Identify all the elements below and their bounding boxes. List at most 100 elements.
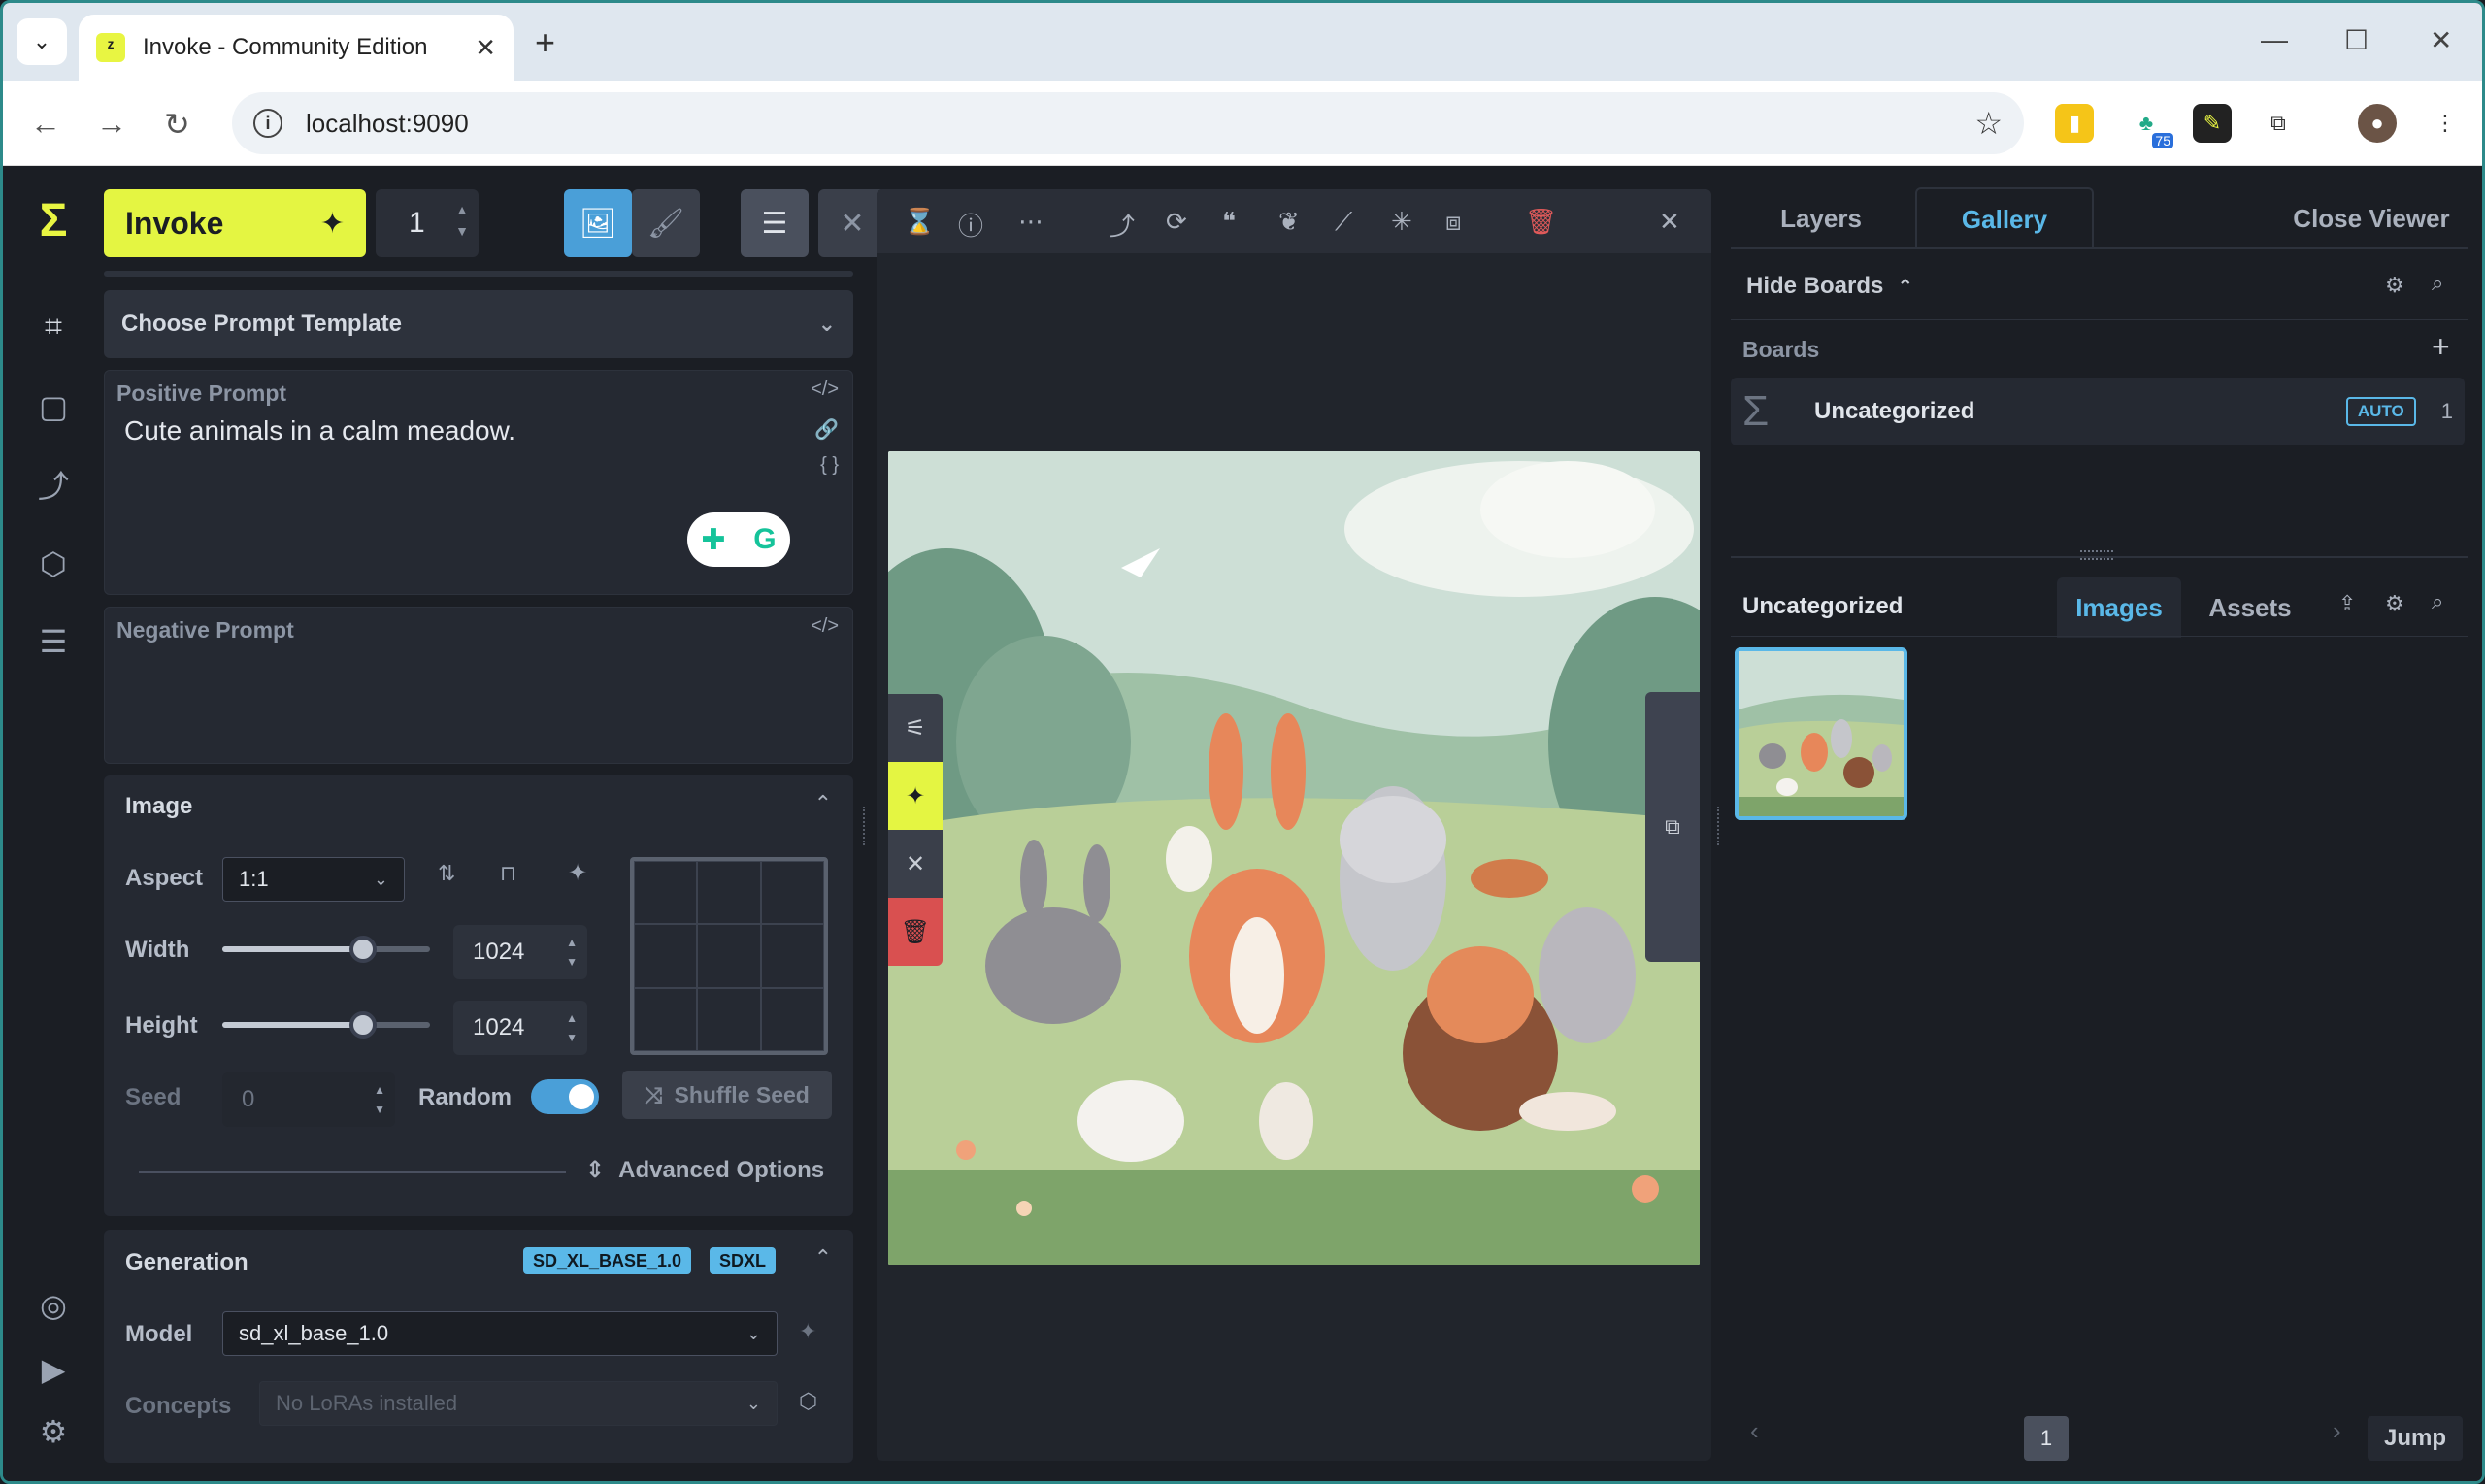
close-viewer-button[interactable]: Close Viewer bbox=[2274, 187, 2468, 249]
close-viewer-icon[interactable]: ✕ bbox=[1659, 207, 1680, 237]
tab-images[interactable]: Images bbox=[2057, 577, 2181, 638]
code-icon[interactable]: </> bbox=[811, 379, 839, 401]
next-page-icon[interactable]: › bbox=[2333, 1416, 2341, 1446]
advanced-options-toggle[interactable]: ⇕ Advanced Options bbox=[585, 1156, 824, 1184]
delete-trash-icon[interactable]: 🗑 bbox=[1525, 207, 1557, 237]
extension-pen-icon[interactable]: ✎ bbox=[2193, 104, 2232, 143]
width-slider-knob[interactable] bbox=[349, 936, 377, 963]
tab-search-icon[interactable]: ⌄ bbox=[17, 18, 67, 65]
cancel-x-icon[interactable]: ✕ bbox=[888, 830, 943, 898]
ruler-size-icon[interactable]: ⟋ bbox=[1335, 207, 1352, 238]
stepper-arrows-icon[interactable]: ▲ ▼ bbox=[374, 1080, 385, 1119]
stepper-arrows-icon[interactable]: ▲ ▼ bbox=[566, 933, 578, 972]
adjustments-icon[interactable]: ⚟ bbox=[888, 694, 943, 762]
optimal-size-icon[interactable]: ✦ bbox=[568, 859, 587, 887]
width-slider[interactable] bbox=[222, 936, 430, 963]
extensions-puzzle-icon[interactable]: ⧉ bbox=[2259, 104, 2298, 143]
stepper-arrows-icon[interactable]: ▲ ▼ bbox=[566, 1008, 578, 1047]
aspect-select[interactable]: 1:1 ⌄ bbox=[222, 857, 405, 902]
new-tab-icon[interactable]: + bbox=[535, 22, 555, 63]
upscale-icon[interactable]: ⧈ bbox=[1445, 207, 1462, 238]
reload-icon[interactable]: ↻ bbox=[164, 106, 190, 143]
prompt-template-select[interactable]: Choose Prompt Template ⌄ bbox=[104, 290, 853, 358]
queue-menu-button[interactable]: ☰ bbox=[741, 189, 809, 257]
address-bar[interactable]: i localhost:9090 ☆ bbox=[232, 92, 2024, 154]
page-button[interactable]: 1 bbox=[2024, 1416, 2069, 1461]
gallery-thumbnail[interactable] bbox=[1735, 647, 1907, 820]
delete-trash-icon[interactable]: 🗑 bbox=[888, 898, 943, 966]
positive-prompt-box[interactable]: Positive Prompt Cute animals in a calm m… bbox=[104, 370, 853, 595]
prev-page-icon[interactable]: ‹ bbox=[1750, 1416, 1759, 1446]
model-sparkle-icon[interactable]: ✦ bbox=[799, 1319, 816, 1344]
height-slider[interactable] bbox=[222, 1011, 430, 1039]
queue-list-icon[interactable]: ☰ bbox=[32, 620, 75, 663]
maximize-icon[interactable]: ☐ bbox=[2344, 24, 2369, 56]
tab-layers[interactable]: Layers bbox=[1731, 187, 1911, 249]
seed-input[interactable]: 0 ▲ ▼ bbox=[222, 1072, 395, 1127]
braces-icon[interactable]: { } bbox=[820, 454, 839, 477]
code-icon[interactable]: </> bbox=[811, 615, 839, 638]
gallery-settings-gear-icon[interactable]: ⚙ bbox=[2385, 591, 2404, 616]
model-select[interactable]: sd_xl_base_1.0 ⌄ bbox=[222, 1311, 778, 1356]
brush-mode-button[interactable]: 🖌 bbox=[632, 189, 700, 257]
concepts-select[interactable]: No LoRAs installed ⌄ bbox=[259, 1381, 778, 1426]
height-input[interactable]: 1024 ▲ ▼ bbox=[453, 1001, 587, 1055]
compare-image-icon[interactable]: ⧉ bbox=[1645, 692, 1700, 962]
remix-icon[interactable]: ⟳ bbox=[1166, 207, 1187, 237]
positive-prompt-text[interactable]: Cute animals in a calm meadow. bbox=[124, 415, 515, 446]
image-mode-button[interactable]: 🖼 bbox=[564, 189, 632, 257]
boards-search-icon[interactable]: ⌕ bbox=[2432, 271, 2443, 296]
tab-assets[interactable]: Assets bbox=[2187, 577, 2313, 638]
chevron-up-icon[interactable]: ⌃ bbox=[814, 1245, 832, 1270]
seed-sprout-icon[interactable]: ❦ bbox=[1278, 207, 1300, 237]
swap-dimensions-icon[interactable]: ⇅ bbox=[438, 861, 455, 886]
youtube-icon[interactable]: ▶ bbox=[32, 1348, 75, 1391]
left-resize-handle[interactable] bbox=[863, 807, 869, 845]
negative-prompt-box[interactable]: Negative Prompt </> bbox=[104, 607, 853, 764]
invoke-sparkle-icon[interactable]: ✦ bbox=[888, 762, 943, 830]
tab-close-icon[interactable]: ✕ bbox=[475, 33, 496, 63]
width-input[interactable]: 1024 ▲ ▼ bbox=[453, 925, 587, 979]
hourglass-icon[interactable]: ⌛ bbox=[904, 207, 935, 237]
canvas-icon[interactable]: ▢ bbox=[32, 385, 75, 428]
quote-prompt-icon[interactable]: ❝ bbox=[1222, 207, 1236, 237]
asterisk-all-icon[interactable]: ✳ bbox=[1391, 207, 1412, 237]
extension-badge-icon[interactable]: ♣ 75 bbox=[2127, 104, 2173, 148]
models-cube-icon[interactable]: ⬡ bbox=[799, 1389, 817, 1414]
window-close-icon[interactable]: ✕ bbox=[2430, 24, 2452, 56]
add-board-icon[interactable]: + bbox=[2432, 329, 2450, 365]
iterations-stepper[interactable]: 1 ▲ ▼ bbox=[376, 189, 479, 257]
settings-gear-icon[interactable]: ⚙ bbox=[32, 1410, 75, 1453]
models-cube-icon[interactable]: ⬡ bbox=[32, 543, 75, 585]
gallery-search-icon[interactable]: ⌕ bbox=[2432, 589, 2443, 614]
chevron-up-icon[interactable]: ⌃ bbox=[814, 791, 832, 816]
browser-tab[interactable]: ᶻ Invoke - Community Edition ✕ bbox=[79, 15, 514, 81]
extension-notes-icon[interactable]: ▮ bbox=[2055, 104, 2094, 143]
profile-avatar[interactable]: ● bbox=[2358, 104, 2397, 143]
random-seed-toggle[interactable] bbox=[531, 1079, 599, 1114]
splitter-grip-icon[interactable] bbox=[2080, 550, 2113, 560]
boards-settings-gear-icon[interactable]: ⚙ bbox=[2385, 273, 2404, 298]
bookmark-star-icon[interactable]: ☆ bbox=[1974, 105, 2003, 142]
minimize-icon[interactable]: — bbox=[2261, 24, 2288, 55]
invoke-button[interactable]: Invoke ✦ bbox=[104, 189, 366, 257]
link-icon[interactable]: 🔗 bbox=[814, 417, 839, 442]
back-icon[interactable]: ← bbox=[30, 106, 61, 142]
browser-menu-icon[interactable]: ⋮ bbox=[2426, 104, 2465, 143]
jump-button[interactable]: Jump bbox=[2368, 1416, 2463, 1461]
site-info-icon[interactable]: i bbox=[253, 109, 282, 138]
tab-gallery[interactable]: Gallery bbox=[1915, 187, 2094, 249]
workflow-icon[interactable]: ⤴ bbox=[1110, 207, 1135, 243]
board-uncategorized[interactable]: Σ Uncategorized AUTO 1 bbox=[1731, 378, 2465, 445]
lightbulb-icon[interactable]: ◎ bbox=[32, 1284, 75, 1327]
workflows-icon[interactable]: ⤴ bbox=[32, 463, 75, 506]
generate-nodes-icon[interactable]: ⌗ bbox=[32, 306, 75, 348]
grammarly-widget[interactable]: ✚ G bbox=[687, 512, 790, 567]
lock-aspect-icon[interactable]: ⊓ bbox=[500, 861, 516, 886]
forward-icon[interactable]: → bbox=[96, 106, 127, 142]
hide-boards-toggle[interactable]: Hide Boards ⌃ bbox=[1746, 273, 1913, 300]
more-icon[interactable]: ⋯ bbox=[1018, 207, 1044, 237]
info-icon[interactable]: ⓘ bbox=[958, 207, 983, 243]
upload-icon[interactable]: ⇪ bbox=[2338, 591, 2356, 616]
shuffle-seed-button[interactable]: ⤨ Shuffle Seed bbox=[622, 1071, 832, 1119]
